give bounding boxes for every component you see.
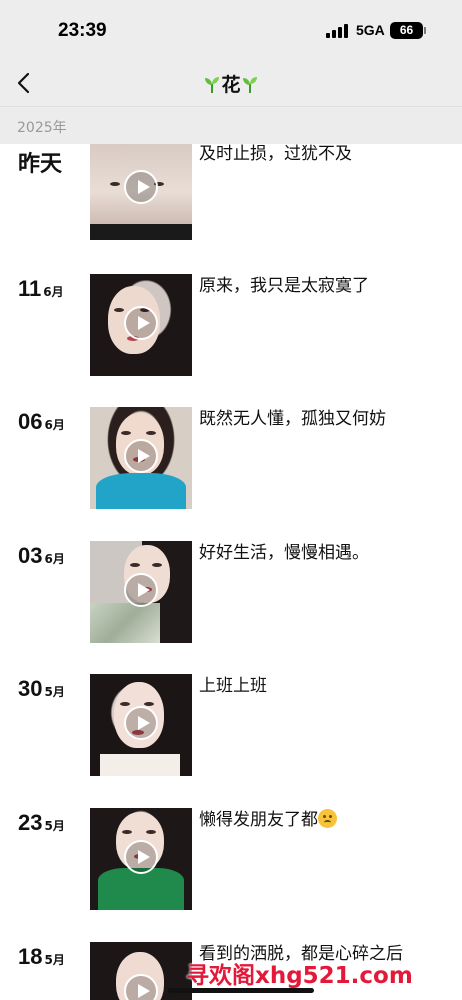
thumbnail-detail bbox=[121, 431, 131, 435]
thumbnail-detail bbox=[122, 830, 132, 834]
battery-tip bbox=[424, 27, 426, 34]
post-date: 11 6月 bbox=[18, 276, 64, 302]
play-icon[interactable] bbox=[124, 974, 158, 1000]
nav-bar: 花 bbox=[0, 60, 462, 106]
status-bar: 23:39 5GA 66 bbox=[0, 0, 462, 60]
post-item[interactable]: 昨天 及时止损，过犹不及 bbox=[0, 144, 462, 248]
thumbnail-detail bbox=[114, 308, 124, 312]
post-item[interactable]: 03 6月 好好生活，慢慢相遇。 bbox=[0, 541, 462, 645]
post-month: 5月 bbox=[44, 953, 65, 967]
post-day: 11 bbox=[18, 276, 42, 301]
post-day: 23 bbox=[18, 810, 43, 835]
post-day: 30 bbox=[18, 676, 43, 701]
post-month: 6月 bbox=[44, 418, 65, 432]
post-date: 昨天 bbox=[18, 146, 62, 178]
play-icon[interactable] bbox=[124, 573, 158, 607]
year-header: 2025年 bbox=[0, 106, 462, 144]
home-indicator[interactable] bbox=[168, 988, 314, 993]
thumbnail-detail bbox=[130, 563, 140, 567]
post-item[interactable]: 23 5月 懒得发朋友了都 bbox=[0, 808, 462, 912]
post-date: 03 6月 bbox=[18, 543, 65, 569]
post-date: 06 6月 bbox=[18, 409, 65, 435]
post-caption-text: 懒得发朋友了都 bbox=[199, 810, 318, 830]
upside-down-face-icon bbox=[318, 809, 337, 828]
thumbnail-detail bbox=[120, 702, 130, 706]
sprout-icon bbox=[242, 77, 257, 93]
post-month: 5月 bbox=[44, 819, 65, 833]
post-caption: 及时止损，过犹不及 bbox=[199, 144, 352, 164]
play-icon[interactable] bbox=[124, 840, 158, 874]
post-caption: 既然无人懂，孤独又何妨 bbox=[199, 409, 386, 429]
post-day: 昨天 bbox=[18, 151, 63, 176]
post-day: 03 bbox=[18, 543, 43, 568]
post-item[interactable]: 06 6月 既然无人懂，孤独又何妨 bbox=[0, 407, 462, 511]
post-caption: 好好生活，慢慢相遇。 bbox=[199, 543, 369, 563]
video-thumbnail[interactable] bbox=[90, 407, 192, 509]
play-icon[interactable] bbox=[124, 306, 158, 340]
post-item[interactable]: 30 5月 上班上班 bbox=[0, 674, 462, 778]
page-title: 花 bbox=[0, 70, 462, 97]
post-date: 23 5月 bbox=[18, 810, 65, 836]
play-icon[interactable] bbox=[124, 706, 158, 740]
network-label: 5GA bbox=[356, 22, 385, 38]
thumbnail-detail bbox=[90, 603, 160, 643]
title-text: 花 bbox=[221, 74, 241, 96]
watermark: 寻欢阁xhg521.com bbox=[186, 963, 413, 989]
video-thumbnail[interactable] bbox=[90, 674, 192, 776]
post-caption: 懒得发朋友了都 bbox=[199, 808, 449, 832]
thumbnail-detail bbox=[100, 754, 180, 776]
post-date: 18 5月 bbox=[18, 944, 65, 970]
post-date: 30 5月 bbox=[18, 676, 65, 702]
video-thumbnail[interactable] bbox=[90, 808, 192, 910]
post-day: 06 bbox=[18, 409, 43, 434]
post-caption: 原来，我只是太寂寞了 bbox=[199, 276, 369, 296]
play-icon[interactable] bbox=[124, 439, 158, 473]
post-day: 18 bbox=[18, 944, 43, 969]
thumbnail-detail bbox=[110, 182, 120, 186]
year-label: 2025年 bbox=[17, 120, 67, 136]
post-caption: 上班上班 bbox=[199, 676, 267, 696]
sprout-icon bbox=[205, 77, 220, 93]
post-month: 5月 bbox=[44, 685, 65, 699]
video-thumbnail[interactable] bbox=[90, 274, 192, 376]
battery-icon: 66 bbox=[390, 22, 423, 39]
post-item[interactable]: 11 6月 原来，我只是太寂寞了 bbox=[0, 274, 462, 378]
video-thumbnail[interactable] bbox=[90, 144, 192, 240]
moments-feed[interactable]: 昨天 及时止损，过犹不及 11 6月 原来，我只是太寂寞了 06 6月 既然无人… bbox=[0, 144, 462, 1000]
thumbnail-detail bbox=[152, 563, 162, 567]
thumbnail-detail bbox=[146, 830, 156, 834]
post-month: 6月 bbox=[44, 552, 65, 566]
thumbnail-detail bbox=[146, 431, 156, 435]
signal-icon bbox=[326, 24, 348, 38]
thumbnail-detail bbox=[98, 868, 184, 910]
play-icon[interactable] bbox=[124, 170, 158, 204]
post-month: 6月 bbox=[43, 285, 64, 299]
thumbnail-detail bbox=[144, 702, 154, 706]
video-thumbnail[interactable] bbox=[90, 541, 192, 643]
status-time: 23:39 bbox=[58, 20, 107, 41]
thumbnail-detail bbox=[96, 473, 186, 509]
